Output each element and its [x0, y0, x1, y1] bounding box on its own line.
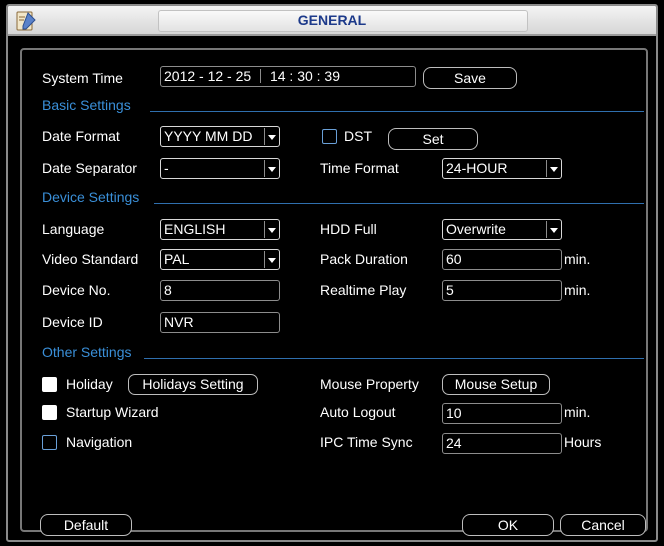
general-settings-window: GENERAL System Time 2012 - 12 - 25 14 : … — [6, 4, 658, 542]
language-label: Language — [42, 221, 105, 237]
system-time-field[interactable]: 2012 - 12 - 25 14 : 30 : 39 — [160, 66, 416, 87]
video-standard-value: PAL — [164, 251, 190, 267]
mouse-property-label: Mouse Property — [320, 376, 419, 392]
system-time-label: System Time — [42, 70, 123, 86]
realtime-play-unit: min. — [564, 282, 591, 298]
dst-label: DST — [344, 128, 372, 144]
chevron-down-icon[interactable] — [264, 221, 278, 238]
device-no-label: Device No. — [42, 282, 111, 298]
chevron-down-icon[interactable] — [264, 160, 278, 177]
device-id-value: NVR — [164, 314, 194, 330]
realtime-play-value: 5 — [446, 282, 454, 298]
chevron-down-icon[interactable] — [546, 160, 560, 177]
holiday-label: Holiday — [66, 376, 113, 392]
device-no-value: 8 — [164, 282, 172, 298]
auto-logout-value: 10 — [446, 405, 462, 421]
navigation-checkbox[interactable] — [42, 435, 57, 450]
chevron-down-icon[interactable] — [264, 128, 278, 145]
ipc-time-sync-input[interactable]: 24 — [442, 433, 562, 454]
other-settings-heading: Other Settings — [42, 344, 132, 360]
ipc-time-sync-unit: Hours — [564, 434, 602, 450]
language-value: ENGLISH — [164, 221, 226, 237]
auto-logout-label: Auto Logout — [320, 404, 396, 420]
title-bar: GENERAL — [8, 6, 656, 36]
device-no-input[interactable]: 8 — [160, 280, 280, 301]
device-id-input[interactable]: NVR — [160, 312, 280, 333]
language-select[interactable]: ENGLISH — [160, 219, 280, 240]
save-button[interactable]: Save — [423, 67, 517, 89]
cancel-button[interactable]: Cancel — [560, 514, 646, 536]
date-separator-value: - — [164, 160, 169, 176]
mouse-setup-button[interactable]: Mouse Setup — [442, 374, 550, 395]
pack-duration-unit: min. — [564, 251, 591, 267]
device-settings-divider — [154, 203, 644, 204]
other-settings-divider — [144, 358, 644, 359]
holiday-checkbox[interactable] — [42, 377, 57, 392]
video-standard-label: Video Standard — [42, 251, 139, 267]
realtime-play-input[interactable]: 5 — [442, 280, 562, 301]
time-format-label: Time Format — [320, 160, 399, 176]
holidays-setting-button[interactable]: Holidays Setting — [128, 374, 258, 395]
date-separator-label: Date Separator — [42, 160, 137, 176]
default-button[interactable]: Default — [40, 514, 132, 536]
ok-button[interactable]: OK — [462, 514, 554, 536]
auto-logout-unit: min. — [564, 404, 591, 420]
pack-duration-value: 60 — [446, 251, 462, 267]
ipc-time-sync-value: 24 — [446, 435, 462, 451]
startup-wizard-checkbox[interactable] — [42, 405, 57, 420]
device-settings-heading: Device Settings — [42, 189, 140, 205]
settings-panel: System Time 2012 - 12 - 25 14 : 30 : 39 … — [20, 48, 648, 536]
basic-settings-divider — [150, 111, 644, 112]
startup-wizard-label: Startup Wizard — [66, 404, 159, 420]
auto-logout-input[interactable]: 10 — [442, 403, 562, 424]
pack-duration-input[interactable]: 60 — [442, 249, 562, 270]
chevron-down-icon[interactable] — [264, 251, 278, 268]
date-separator-select[interactable]: - — [160, 158, 280, 179]
ipc-time-sync-label: IPC Time Sync — [320, 434, 413, 450]
hdd-full-label: HDD Full — [320, 221, 377, 237]
navigation-label: Navigation — [66, 434, 133, 450]
video-standard-select[interactable]: PAL — [160, 249, 280, 270]
system-time-date[interactable]: 2012 - 12 - 25 — [164, 67, 251, 86]
time-format-select[interactable]: 24-HOUR — [442, 158, 562, 179]
date-format-select[interactable]: YYYY MM DD — [160, 126, 280, 147]
hdd-full-select[interactable]: Overwrite — [442, 219, 562, 240]
dst-checkbox[interactable] — [322, 129, 337, 144]
hdd-full-value: Overwrite — [446, 221, 506, 237]
device-id-label: Device ID — [42, 314, 103, 330]
realtime-play-label: Realtime Play — [320, 282, 407, 298]
date-format-value: YYYY MM DD — [164, 128, 253, 144]
dst-set-button[interactable]: Set — [388, 128, 478, 150]
window-title: GENERAL — [297, 12, 367, 28]
system-time-clock[interactable]: 14 : 30 : 39 — [270, 67, 340, 86]
pack-duration-label: Pack Duration — [320, 251, 408, 267]
date-format-label: Date Format — [42, 128, 120, 144]
basic-settings-heading: Basic Settings — [42, 97, 131, 113]
chevron-down-icon[interactable] — [546, 221, 560, 238]
time-format-value: 24-HOUR — [446, 160, 508, 176]
